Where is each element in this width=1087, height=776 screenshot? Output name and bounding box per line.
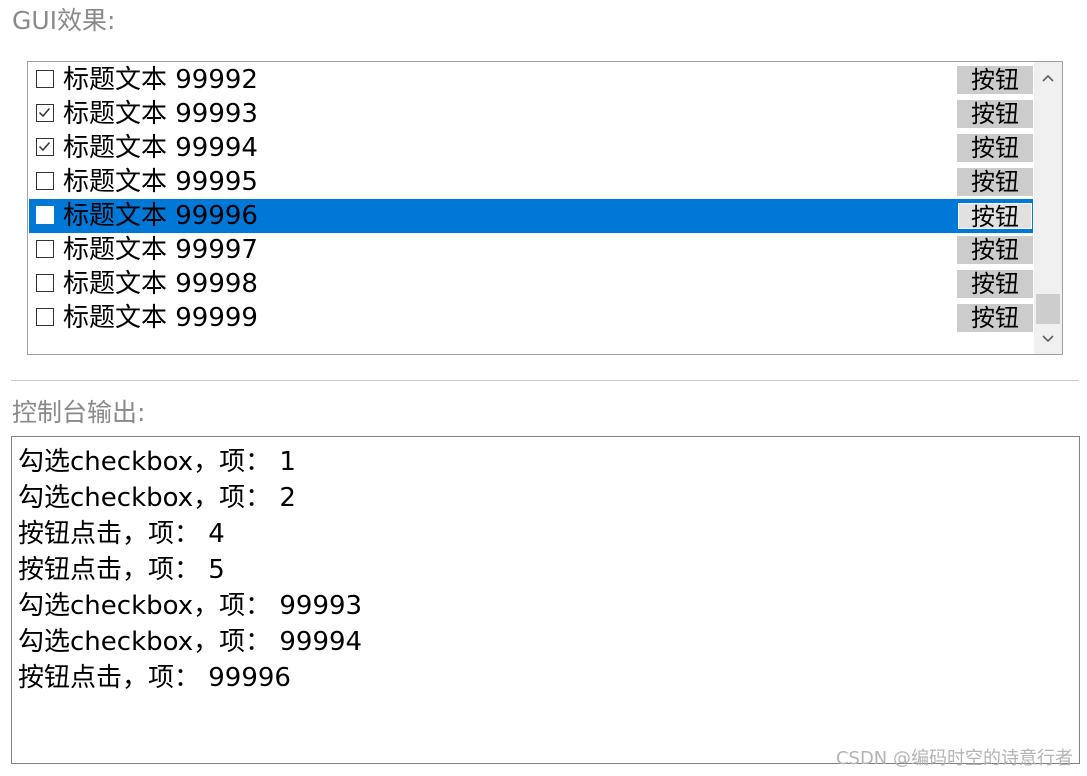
row-button[interactable]: 按钮 <box>957 304 1033 332</box>
console-output[interactable]: 勾选checkbox，项： 1 勾选checkbox，项： 2 按钮点击，项： 4 按… <box>11 436 1080 764</box>
console-line: 勾选checkbox，项： 2 <box>18 483 296 513</box>
vertical-scrollbar[interactable] <box>1034 62 1062 354</box>
section-divider <box>11 380 1079 381</box>
check-icon <box>38 108 51 118</box>
list-item[interactable]: 标题文本 99998 按钮 <box>29 267 1033 301</box>
row-label: 标题文本 99992 <box>63 65 258 95</box>
console-line: 勾选checkbox，项： 99993 <box>18 591 363 621</box>
list-item[interactable]: 标题文本 99994 按钮 <box>29 131 1033 165</box>
list-item[interactable]: 标题文本 99997 按钮 <box>29 233 1033 267</box>
row-button[interactable]: 按钮 <box>957 168 1033 196</box>
list-rows: 标题文本 99992 按钮 标题文本 99993 按钮 标题文本 99994 按钮 标题文本… <box>29 63 1033 335</box>
row-button[interactable]: 按钮 <box>957 100 1033 128</box>
check-icon <box>38 142 51 152</box>
chevron-down-icon <box>1042 335 1054 343</box>
row-checkbox[interactable] <box>36 104 54 122</box>
row-checkbox[interactable] <box>36 138 54 156</box>
row-checkbox[interactable] <box>36 172 54 190</box>
chevron-up-icon <box>1042 74 1054 82</box>
row-button[interactable]: 按钮 <box>957 134 1033 162</box>
row-button[interactable]: 按钮 <box>957 236 1033 264</box>
list-item[interactable]: 标题文本 99995 按钮 <box>29 165 1033 199</box>
console-line: 按钮点击，项： 4 <box>18 519 225 549</box>
row-label: 标题文本 99999 <box>63 303 258 333</box>
console-line: 按钮点击，项： 99996 <box>18 663 291 693</box>
row-button[interactable]: 按钮 <box>957 270 1033 298</box>
row-checkbox[interactable] <box>36 240 54 258</box>
row-button[interactable]: 按钮 <box>957 202 1033 231</box>
watermark: CSDN @编码时空的诗意行者 <box>835 748 1073 769</box>
gui-section-label: GUI效果: <box>12 6 116 35</box>
list-item[interactable]: 标题文本 99996 按钮 <box>29 199 1033 233</box>
row-checkbox[interactable] <box>36 308 54 326</box>
console-line: 勾选checkbox，项： 99994 <box>18 627 363 657</box>
app-window: GUI效果: 标题文本 99992 按钮 标题文本 99993 按钮 标题文本 9999… <box>0 0 1087 776</box>
scroll-up-button[interactable] <box>1034 64 1062 92</box>
row-checkbox[interactable] <box>36 206 54 224</box>
row-label: 标题文本 99998 <box>63 269 258 299</box>
console-line: 勾选checkbox，项： 1 <box>18 447 296 477</box>
scroll-down-button[interactable] <box>1034 324 1062 352</box>
row-label: 标题文本 99995 <box>63 167 258 197</box>
list-item[interactable]: 标题文本 99999 按钮 <box>29 301 1033 335</box>
list-item[interactable]: 标题文本 99993 按钮 <box>29 97 1033 131</box>
row-label: 标题文本 99997 <box>63 235 258 265</box>
row-button[interactable]: 按钮 <box>957 66 1033 94</box>
row-label: 标题文本 99994 <box>63 133 258 163</box>
console-section-label: 控制台输出: <box>12 398 146 427</box>
row-checkbox[interactable] <box>36 70 54 88</box>
item-listbox[interactable]: 标题文本 99992 按钮 标题文本 99993 按钮 标题文本 99994 按钮 标题文本… <box>27 61 1063 355</box>
row-checkbox[interactable] <box>36 274 54 292</box>
row-label: 标题文本 99993 <box>63 99 258 129</box>
row-label: 标题文本 99996 <box>63 201 258 231</box>
console-lines: 勾选checkbox，项： 1 勾选checkbox，项： 2 按钮点击，项： 4 按… <box>18 444 362 696</box>
scroll-thumb[interactable] <box>1036 294 1060 324</box>
list-item[interactable]: 标题文本 99992 按钮 <box>29 63 1033 97</box>
console-line: 按钮点击，项： 5 <box>18 555 225 585</box>
